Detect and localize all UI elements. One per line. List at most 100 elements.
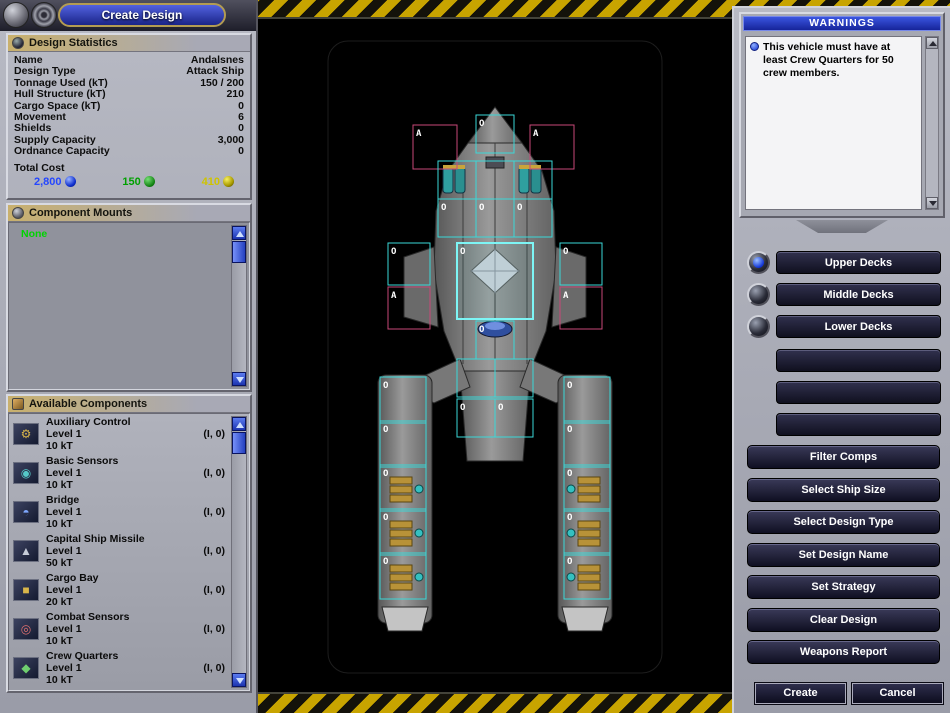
bridge-icon: ◓ <box>13 501 39 523</box>
mounts-orb-icon <box>12 207 24 219</box>
basic-sensors-icon: ◉ <box>13 462 39 484</box>
cancel-button[interactable]: Cancel <box>852 683 943 704</box>
available-components-list[interactable]: ⚙ Auxiliary ControlLevel 110 kT (I, 0) ◉… <box>8 413 250 691</box>
deck-radio-upper[interactable] <box>747 251 770 274</box>
slot-type-label: A <box>563 291 569 301</box>
menu-knob-icon[interactable] <box>31 2 57 28</box>
auxiliary-control-icon: ⚙ <box>13 423 39 445</box>
slot-type-label: O <box>383 469 389 479</box>
scroll-up-icon[interactable] <box>926 37 938 49</box>
component-mounts-panel: Component Mounts None <box>6 203 252 392</box>
select-ship-size-button[interactable]: Select Ship Size <box>747 478 940 502</box>
scroll-down-icon[interactable] <box>926 197 938 209</box>
scroll-up-icon[interactable] <box>232 417 246 431</box>
deck-radio-middle[interactable] <box>747 283 770 306</box>
design-statistics-title: Design Statistics <box>29 37 118 49</box>
slot-type-label: O <box>563 247 569 257</box>
radioactives-icon <box>223 176 234 187</box>
mounts-scrollbar[interactable] <box>231 225 247 387</box>
list-item[interactable]: ◓ BridgeLevel 110 kT (I, 0) <box>9 492 249 531</box>
page-title: Create Design <box>58 3 226 27</box>
set-strategy-button[interactable]: Set Strategy <box>747 575 940 599</box>
select-design-type-button[interactable]: Select Design Type <box>747 510 940 534</box>
empty-slot-bar <box>776 413 941 436</box>
design-statistics-panel: Design Statistics NameAndalsnes Design T… <box>6 33 252 200</box>
crew-quarters-icon: ◆ <box>13 657 39 679</box>
ship-schematic[interactable]: AOAOOOOOAAOOOOOOOOOOOOOO <box>258 19 732 692</box>
clear-design-button[interactable]: Clear Design <box>747 608 940 632</box>
organic-cost: 150 <box>122 176 154 188</box>
slot-type-label: O <box>460 247 466 257</box>
scroll-down-icon[interactable] <box>232 372 246 386</box>
statistics-orb-icon <box>12 37 24 49</box>
slot-type-label: O <box>441 203 447 213</box>
filter-comps-button[interactable]: Filter Comps <box>747 445 940 469</box>
slot-type-label: O <box>391 247 397 257</box>
list-item[interactable]: ■ Cargo BayLevel 120 kT (I, 0) <box>9 570 249 609</box>
slot-type-label: O <box>479 203 485 213</box>
scrollbar-thumb[interactable] <box>232 241 246 263</box>
scroll-down-icon[interactable] <box>232 673 246 687</box>
right-panel: WARNINGS This vehicle must have at least… <box>732 6 950 713</box>
warning-text: This vehicle must have at least Crew Qua… <box>763 41 917 80</box>
slot-type-label: O <box>517 203 523 213</box>
organics-icon <box>144 176 155 187</box>
warnings-header: WARNINGS <box>743 16 941 31</box>
slot-type-label: O <box>567 557 573 567</box>
slot-type-label: A <box>391 291 397 301</box>
deck-radio-lower[interactable] <box>747 315 770 338</box>
component-mounts-header: Component Mounts <box>8 205 250 222</box>
radioactive-cost: 410 <box>202 176 234 188</box>
scroll-up-icon[interactable] <box>232 226 246 240</box>
design-statistics-body: NameAndalsnes Design TypeAttack Ship Ton… <box>8 52 250 188</box>
minerals-icon <box>65 176 76 187</box>
component-mounts-title: Component Mounts <box>29 207 132 219</box>
total-cost-label: Total Cost <box>8 158 250 174</box>
total-cost-values: 2,800 150 410 <box>8 174 250 188</box>
slot-type-label: O <box>479 325 485 335</box>
stat-row: Ordnance Capacity0 <box>8 146 250 157</box>
weapons-report-button[interactable]: Weapons Report <box>747 640 940 664</box>
scrollbar-thumb[interactable] <box>232 432 246 454</box>
slot-type-label: O <box>567 513 573 523</box>
slot-type-label: O <box>383 381 389 391</box>
components-scrollbar[interactable] <box>231 416 247 688</box>
list-item[interactable]: ◉ Basic SensorsLevel 110 kT (I, 0) <box>9 453 249 492</box>
capital-ship-missile-icon: ▲ <box>13 540 39 562</box>
set-design-name-button[interactable]: Set Design Name <box>747 543 940 567</box>
available-components-panel: Available Components ⚙ Auxiliary Control… <box>6 394 252 693</box>
deck-bar-lower[interactable]: Lower Decks <box>776 315 941 338</box>
warning-bullet-icon <box>750 42 759 51</box>
slot-type-label: O <box>479 119 485 129</box>
list-item[interactable]: ◆ Crew QuartersLevel 110 kT (I, 0) <box>9 648 249 687</box>
component-slot[interactable] <box>457 243 533 319</box>
empty-slot-bar <box>776 381 941 404</box>
list-item[interactable]: ◎ Combat SensorsLevel 110 kT (I, 0) <box>9 609 249 648</box>
slot-type-label: O <box>567 381 573 391</box>
design-statistics-header: Design Statistics <box>8 35 250 52</box>
slot-type-label: O <box>383 425 389 435</box>
stat-row: Hull Structure (kT)210 <box>8 89 250 100</box>
component-mounts-list[interactable]: None <box>8 222 250 390</box>
slot-type-label: O <box>567 469 573 479</box>
deck-bar-middle[interactable]: Middle Decks <box>776 283 941 306</box>
panel-notch <box>796 220 888 233</box>
warning-item: This vehicle must have at least Crew Qua… <box>750 41 917 80</box>
cargo-bay-icon: ■ <box>13 579 39 601</box>
warnings-list[interactable]: This vehicle must have at least Crew Qua… <box>745 36 922 210</box>
warnings-panel: WARNINGS This vehicle must have at least… <box>739 12 945 218</box>
window-knob-icon[interactable] <box>3 2 29 28</box>
mineral-cost: 2,800 <box>34 176 76 188</box>
create-button[interactable]: Create <box>755 683 846 704</box>
warnings-scrollbar[interactable] <box>925 36 939 210</box>
hazard-stripe-bottom <box>258 692 732 713</box>
slot-type-label: O <box>460 403 466 413</box>
combat-sensors-icon: ◎ <box>13 618 39 640</box>
deck-bar-upper[interactable]: Upper Decks <box>776 251 941 274</box>
empty-slot-bar <box>776 349 941 372</box>
slot-type-label: O <box>383 513 389 523</box>
ship-design-viewport[interactable]: AOAOOOOOAAOOOOOOOOOOOOOO <box>258 19 732 692</box>
mounts-none-text: None <box>9 223 249 245</box>
list-item[interactable]: ▲ Capital Ship MissileLevel 150 kT (I, 0… <box>9 531 249 570</box>
list-item[interactable]: ⚙ Auxiliary ControlLevel 110 kT (I, 0) <box>9 414 249 453</box>
